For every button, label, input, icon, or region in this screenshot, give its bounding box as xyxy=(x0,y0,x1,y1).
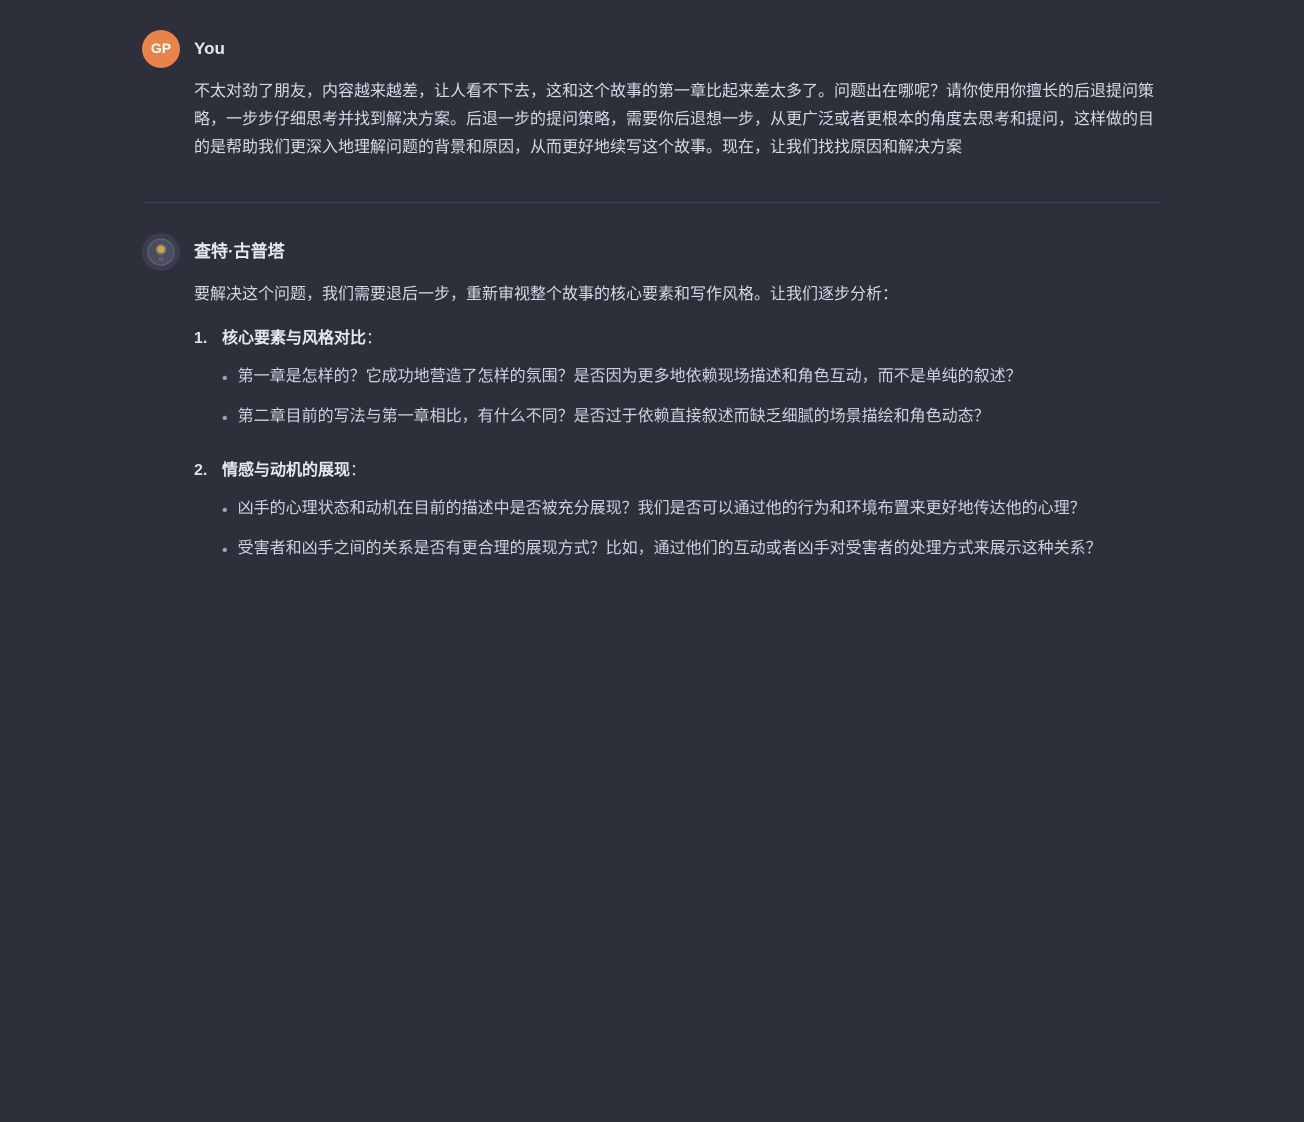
bullet-icon: • xyxy=(222,497,228,525)
section-1-bullets: • 第一章是怎样的？它成功地营造了怎样的氛围？是否因为更多地依赖现场描述和角色互… xyxy=(222,363,1162,433)
user-message-header: GP You xyxy=(142,30,1162,68)
bot-avatar-icon xyxy=(147,238,175,266)
bot-message-block: 查特·古普塔 要解决这个问题，我们需要退后一步，重新审视整个故事的核心要素和写作… xyxy=(142,233,1162,575)
bullet-item: • 受害者和凶手之间的关系是否有更合理的展现方式？比如，通过他们的互动或者凶手对… xyxy=(222,535,1162,565)
bot-sections-list: 1. 核心要素与风格对比： • 第一章是怎样的？它成功地营造了怎样的氛围？是否因… xyxy=(194,325,1162,575)
chat-container: GP You 不太对劲了朋友，内容越来越差，让人看不下去，这和这个故事的第一章比… xyxy=(102,0,1202,645)
section-2-title: 情感与动机的展现 xyxy=(222,462,350,479)
section-2-bullets: • 凶手的心理状态和动机在目前的描述中是否被充分展现？我们是否可以通过他的行为和… xyxy=(222,495,1162,565)
bullet-icon: • xyxy=(222,365,228,393)
bullet-item: • 第一章是怎样的？它成功地营造了怎样的氛围？是否因为更多地依赖现场描述和角色互… xyxy=(222,363,1162,393)
bullet-icon: • xyxy=(222,537,228,565)
bullet-icon: • xyxy=(222,405,228,433)
bot-avatar xyxy=(142,233,180,271)
message-divider xyxy=(142,202,1162,203)
bot-message-content: 要解决这个问题，我们需要退后一步，重新审视整个故事的核心要素和写作风格。让我们逐… xyxy=(142,281,1162,575)
user-name: You xyxy=(194,35,225,64)
section-1: 1. 核心要素与风格对比： • 第一章是怎样的？它成功地营造了怎样的氛围？是否因… xyxy=(194,325,1162,443)
user-avatar: GP xyxy=(142,30,180,68)
bot-intro-text: 要解决这个问题，我们需要退后一步，重新审视整个故事的核心要素和写作风格。让我们逐… xyxy=(194,281,1162,309)
user-message-text: 不太对劲了朋友，内容越来越差，让人看不下去，这和这个故事的第一章比起来差太多了。… xyxy=(194,78,1162,162)
bullet-item: • 凶手的心理状态和动机在目前的描述中是否被充分展现？我们是否可以通过他的行为和… xyxy=(222,495,1162,525)
bot-message-header: 查特·古普塔 xyxy=(142,233,1162,271)
user-message-content: 不太对劲了朋友，内容越来越差，让人看不下去，这和这个故事的第一章比起来差太多了。… xyxy=(142,78,1162,162)
bullet-item: • 第二章目前的写法与第一章相比，有什么不同？是否过于依赖直接叙述而缺乏细腻的场… xyxy=(222,403,1162,433)
bot-name: 查特·古普塔 xyxy=(194,238,285,267)
user-message-block: GP You 不太对劲了朋友，内容越来越差，让人看不下去，这和这个故事的第一章比… xyxy=(142,30,1162,162)
section-2: 2. 情感与动机的展现： • 凶手的心理状态和动机在目前的描述中是否被充分展现？… xyxy=(194,457,1162,575)
section-1-title: 核心要素与风格对比 xyxy=(222,330,366,347)
